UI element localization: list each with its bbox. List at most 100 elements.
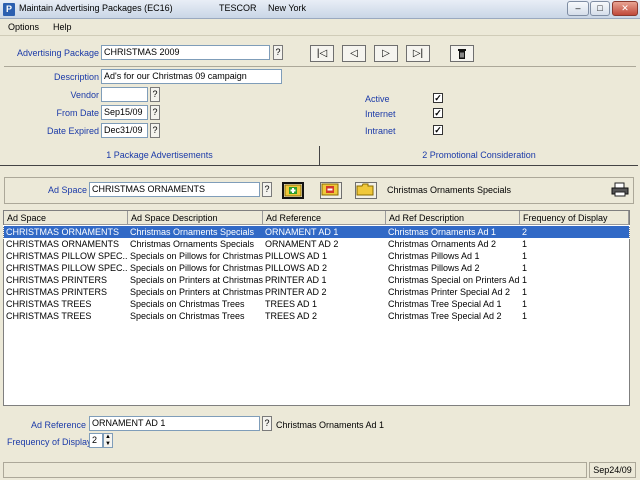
cell-ad-space-description: Specials on Christmas Trees bbox=[130, 311, 245, 321]
first-record-icon: |◁ bbox=[316, 48, 328, 59]
column-header-ad-reference[interactable]: Ad Reference bbox=[263, 211, 386, 225]
previous-record-button[interactable]: ◁ bbox=[342, 45, 366, 62]
cell-ad-ref-description: Christmas Pillows Ad 1 bbox=[388, 251, 480, 261]
date-expired-label: Date Expired bbox=[46, 126, 99, 136]
next-record-icon: ▷ bbox=[382, 48, 390, 59]
status-message bbox=[3, 462, 587, 478]
cell-frequency: 1 bbox=[522, 275, 528, 285]
window-title: Maintain Advertising Packages (EC16) bbox=[19, 3, 173, 13]
cell-ad-space-description: Christmas Ornaments Specials bbox=[130, 227, 255, 237]
cell-ad-space-description: Christmas Ornaments Specials bbox=[130, 239, 255, 249]
open-folder-button[interactable] bbox=[355, 182, 377, 199]
cell-frequency: 1 bbox=[522, 287, 528, 297]
advertising-package-label: Advertising Package bbox=[16, 48, 99, 58]
grid-body: CHRISTMAS ORNAMENTS Christmas Ornaments S… bbox=[3, 225, 630, 406]
menu-help[interactable]: Help bbox=[53, 22, 72, 32]
print-button[interactable] bbox=[611, 182, 629, 199]
cell-ad-reference: ORNAMENT AD 2 bbox=[265, 239, 339, 249]
intranet-checkbox[interactable]: ✓ bbox=[433, 125, 443, 135]
title-bar: P Maintain Advertising Packages (EC16) T… bbox=[0, 0, 640, 19]
add-line-button[interactable] bbox=[282, 182, 304, 199]
column-header-ad-space-description[interactable]: Ad Space Description bbox=[128, 211, 263, 225]
from-date-field[interactable]: Sep15/09 bbox=[101, 105, 148, 120]
table-row[interactable]: CHRISTMAS ORNAMENTS Christmas Ornaments S… bbox=[4, 238, 629, 250]
tab-promotional-consideration[interactable]: 2 Promotional Consideration bbox=[320, 146, 638, 166]
remove-line-button[interactable] bbox=[320, 182, 342, 199]
status-date: Sep24/09 bbox=[589, 462, 636, 478]
cell-ad-space: CHRISTMAS PILLOW SPEC... bbox=[6, 263, 128, 273]
ad-space-field[interactable]: CHRISTMAS ORNAMENTS bbox=[89, 182, 260, 197]
advertising-package-lookup-button[interactable]: ? bbox=[273, 45, 283, 60]
table-row[interactable]: CHRISTMAS ORNAMENTS Christmas Ornaments S… bbox=[3, 225, 630, 239]
cell-ad-ref-description: Christmas Special on Printers Ad 1 bbox=[388, 275, 520, 285]
delete-icon bbox=[458, 49, 466, 59]
table-row[interactable]: CHRISTMAS PILLOW SPEC... Specials on Pill… bbox=[4, 250, 629, 262]
vendor-label: Vendor bbox=[70, 90, 99, 100]
menu-options[interactable]: Options bbox=[8, 22, 39, 32]
cell-ad-reference: TREES AD 2 bbox=[265, 311, 318, 321]
table-row[interactable]: CHRISTMAS PRINTERS Specials on Printers a… bbox=[4, 286, 629, 298]
last-record-button[interactable]: ▷| bbox=[406, 45, 430, 62]
cell-frequency: 1 bbox=[522, 239, 528, 249]
column-header-frequency[interactable]: Frequency of Display bbox=[520, 211, 629, 225]
date-expired-field[interactable]: Dec31/09 bbox=[101, 123, 148, 138]
close-button[interactable]: ✕ bbox=[612, 1, 638, 16]
cell-ad-space: CHRISTMAS PRINTERS bbox=[6, 287, 108, 297]
vendor-field[interactable] bbox=[101, 87, 148, 102]
previous-record-icon: ◁ bbox=[350, 48, 358, 59]
internet-checkbox[interactable]: ✓ bbox=[433, 108, 443, 118]
active-label: Active bbox=[365, 94, 390, 104]
cell-ad-space-description: Specials on Printers at Christmas bbox=[130, 287, 263, 297]
ad-reference-description: Christmas Ornaments Ad 1 bbox=[276, 420, 385, 430]
date-expired-lookup-button[interactable]: ? bbox=[150, 123, 160, 138]
cell-ad-reference: ORNAMENT AD 1 bbox=[265, 227, 339, 237]
next-record-button[interactable]: ▷ bbox=[374, 45, 398, 62]
cell-ad-reference: TREES AD 1 bbox=[265, 299, 318, 309]
ad-reference-lookup-button[interactable]: ? bbox=[262, 416, 272, 431]
ad-reference-field[interactable]: ORNAMENT AD 1 bbox=[89, 416, 260, 431]
cell-frequency: 1 bbox=[522, 299, 528, 309]
frequency-field[interactable]: 2 bbox=[89, 433, 103, 448]
cell-ad-ref-description: Christmas Tree Special Ad 2 bbox=[388, 311, 502, 321]
table-row[interactable]: CHRISTMAS PILLOW SPEC... Specials on Pill… bbox=[4, 262, 629, 274]
frequency-label: Frequency of Display bbox=[7, 437, 92, 447]
status-bar: Sep24/09 bbox=[0, 460, 640, 480]
minimize-button[interactable]: – bbox=[567, 1, 589, 16]
cell-ad-reference: PILLOWS AD 1 bbox=[265, 251, 328, 261]
from-date-lookup-button[interactable]: ? bbox=[150, 105, 160, 120]
ad-space-lookup-button[interactable]: ? bbox=[262, 182, 272, 197]
ad-space-description: Christmas Ornaments Specials bbox=[387, 185, 512, 195]
column-header-ad-ref-description[interactable]: Ad Ref Description bbox=[386, 211, 520, 225]
first-record-button[interactable]: |◁ bbox=[310, 45, 334, 62]
active-checkbox[interactable]: ✓ bbox=[433, 93, 443, 103]
table-row[interactable]: CHRISTMAS TREES Specials on Christmas Tre… bbox=[4, 310, 629, 322]
description-field[interactable]: Ad's for our Christmas 09 campaign bbox=[101, 69, 282, 84]
cell-ad-space-description: Specials on Pillows for Christmas bbox=[130, 263, 263, 273]
maximize-button[interactable]: □ bbox=[590, 1, 610, 16]
ad-grid[interactable]: Ad Space Ad Space Description Ad Referen… bbox=[3, 210, 630, 406]
description-label: Description bbox=[53, 72, 99, 82]
cell-ad-reference: PRINTER AD 1 bbox=[265, 275, 327, 285]
frequency-spinner[interactable]: ▲ ▼ bbox=[103, 433, 113, 448]
column-header-ad-space[interactable]: Ad Space bbox=[4, 211, 128, 225]
table-row[interactable]: CHRISTMAS PRINTERS Specials on Printers a… bbox=[4, 274, 629, 286]
location-name: New York bbox=[268, 3, 307, 13]
company-name: TESCOR bbox=[219, 3, 257, 13]
folder-icon bbox=[356, 183, 374, 196]
cell-ad-space: CHRISTMAS ORNAMENTS bbox=[6, 239, 120, 249]
internet-label: Internet bbox=[365, 109, 396, 119]
cell-ad-space-description: Specials on Printers at Christmas bbox=[130, 275, 263, 285]
cell-ad-reference: PILLOWS AD 2 bbox=[265, 263, 328, 273]
ad-reference-label: Ad Reference bbox=[30, 420, 86, 430]
cell-ad-ref-description: Christmas Printer Special Ad 2 bbox=[388, 287, 511, 297]
cell-ad-reference: PRINTER AD 2 bbox=[265, 287, 327, 297]
cell-ad-space-description: Specials on Pillows for Christmas bbox=[130, 251, 263, 261]
printer-icon bbox=[611, 182, 629, 197]
cell-ad-space: CHRISTMAS PRINTERS bbox=[6, 275, 108, 285]
advertising-package-field[interactable]: CHRISTMAS 2009 bbox=[101, 45, 270, 60]
add-icon bbox=[284, 184, 302, 197]
vendor-lookup-button[interactable]: ? bbox=[150, 87, 160, 102]
cell-ad-ref-description: Christmas Ornaments Ad 1 bbox=[388, 227, 497, 237]
delete-button[interactable] bbox=[450, 45, 474, 62]
table-row[interactable]: CHRISTMAS TREES Specials on Christmas Tre… bbox=[4, 298, 629, 310]
